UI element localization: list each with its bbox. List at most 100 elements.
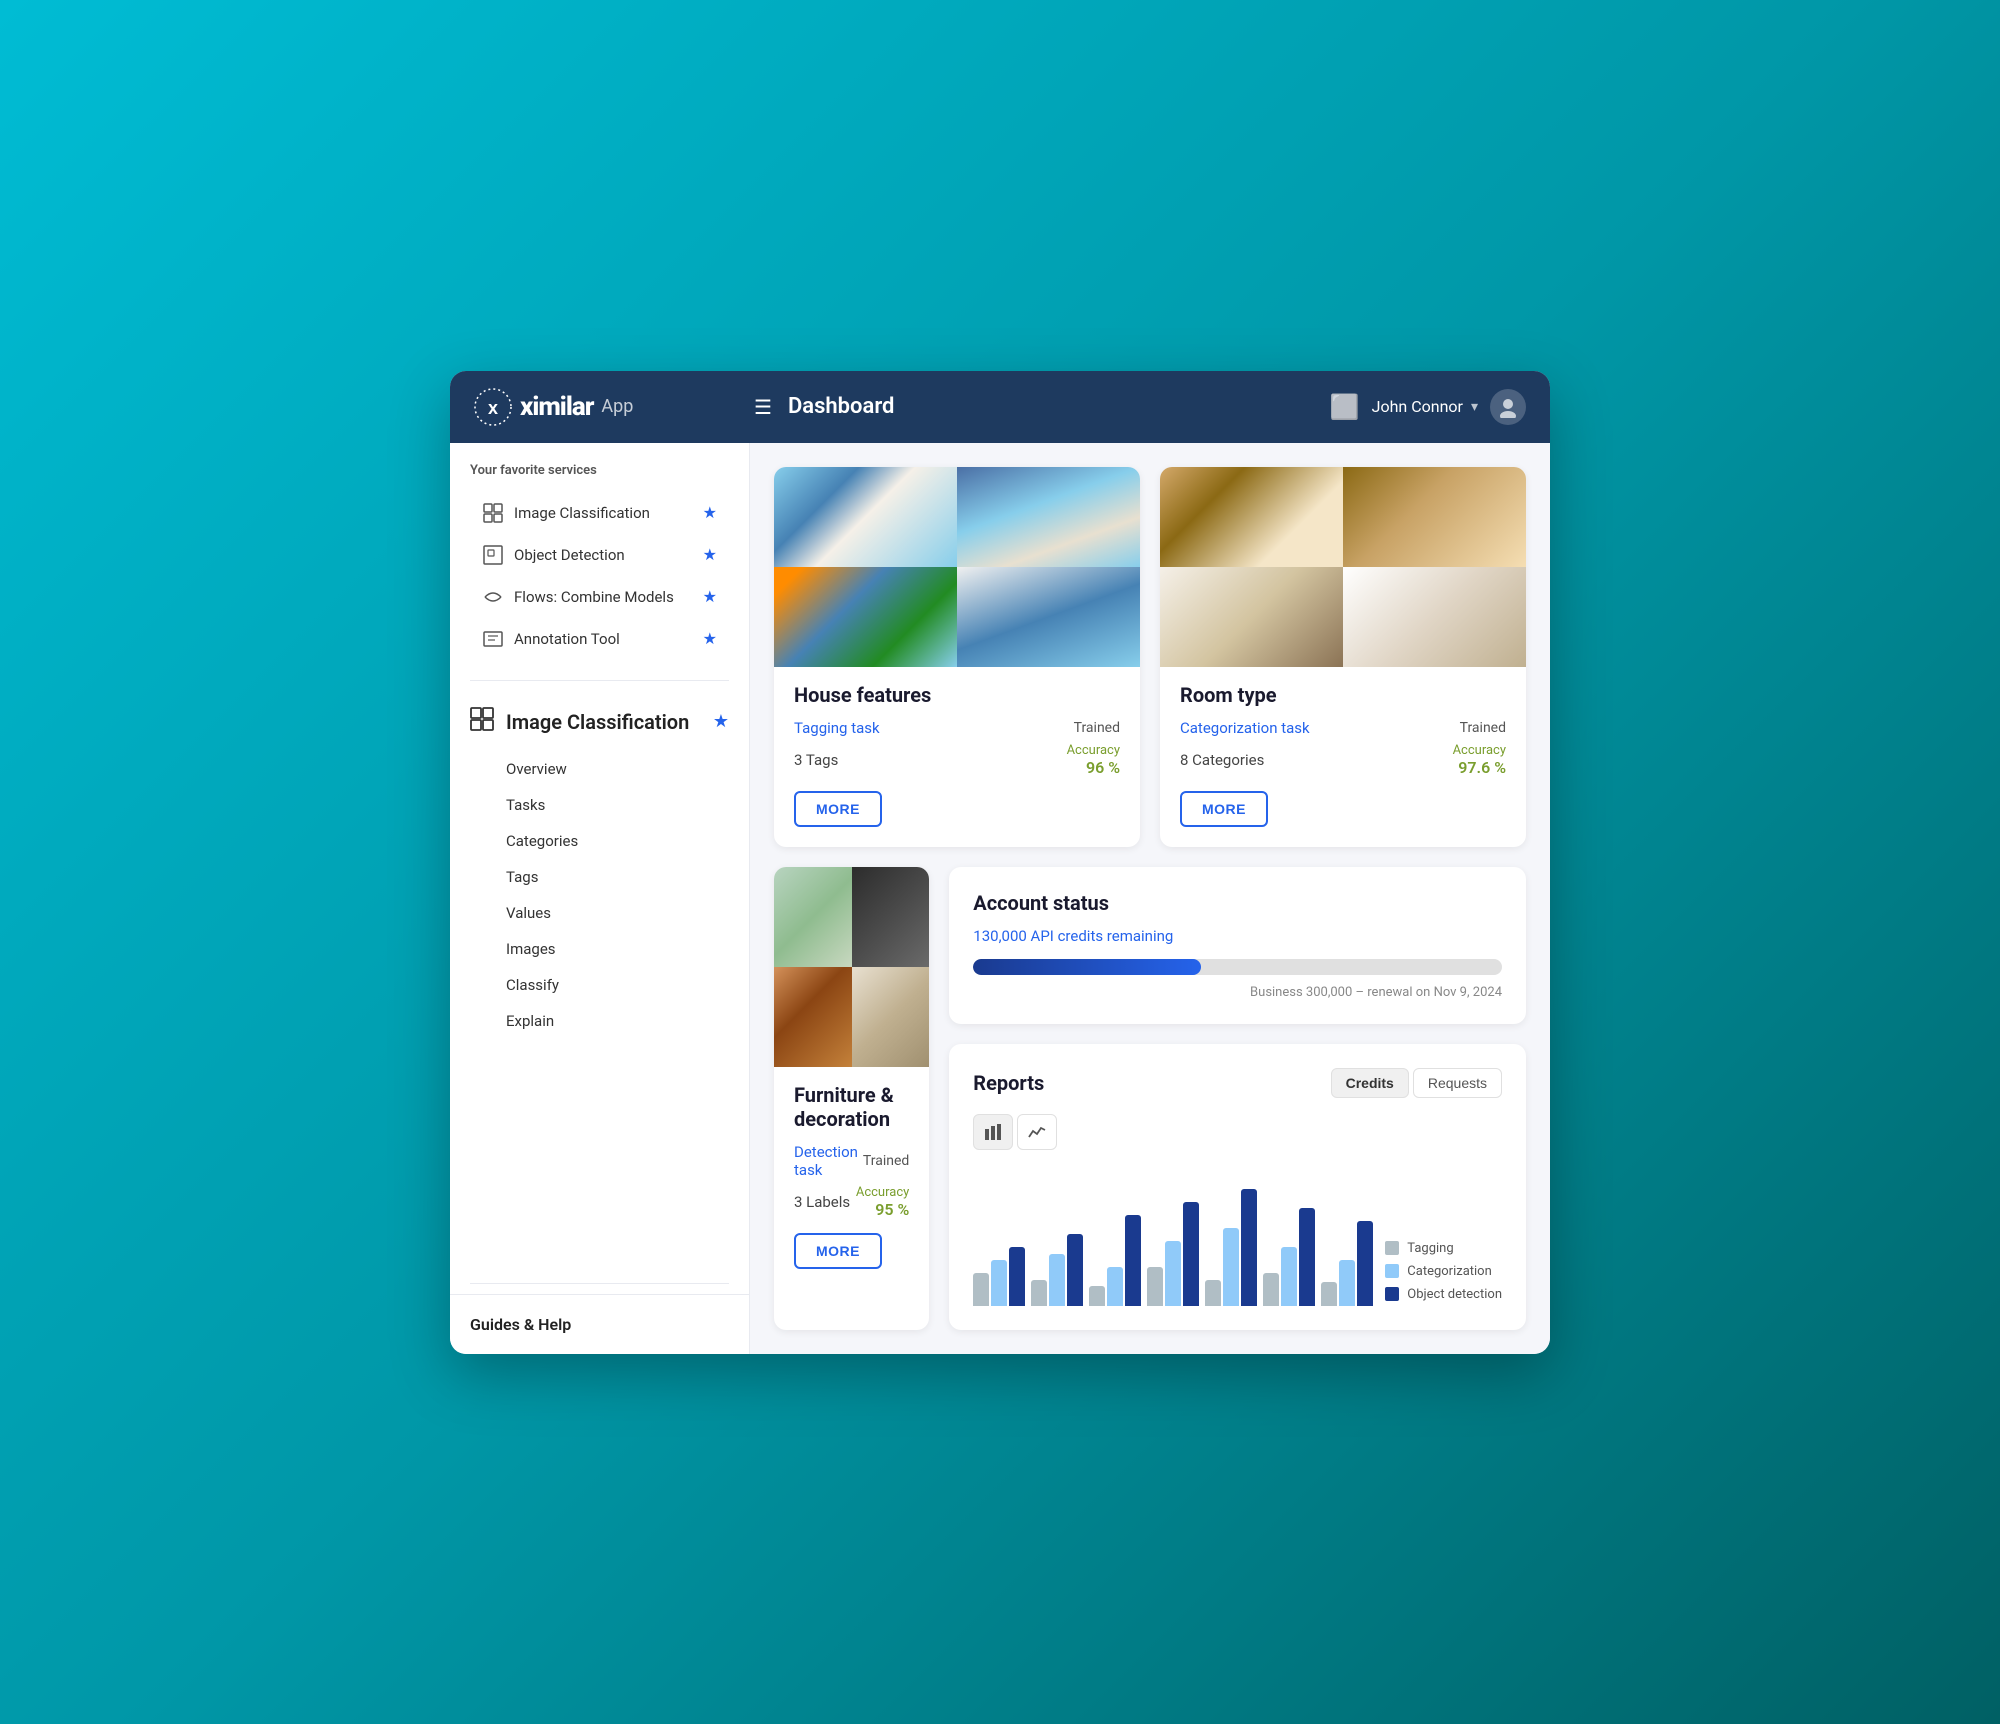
sidebar-fav-label-flows: Flows: Combine Models [514,588,693,606]
bar-group-3 [1147,1202,1199,1306]
bar-chart-view-button[interactable] [973,1114,1013,1150]
house-more-button[interactable]: MORE [794,791,882,827]
star-icon-objdet: ★ [703,545,717,564]
sidebar-nav-categories[interactable]: Categories [470,823,729,859]
legend-detection: Object detection [1385,1287,1502,1302]
bar-detection-4 [1241,1189,1257,1306]
bar-categorization-3 [1165,1241,1181,1306]
bar-chart [973,1166,1373,1306]
star-icon-imgclass: ★ [703,503,717,522]
bar-tagging-2 [1089,1286,1105,1306]
furniture-body: Furniture & decoration Detection task Tr… [774,1067,929,1289]
house-count: 3 Tags [794,751,838,769]
sidebar-favorites: Your favorite services Image Classificat… [450,443,749,670]
room-more-button[interactable]: MORE [1180,791,1268,827]
logo-app-label: App [601,396,633,417]
sidebar-nav-overview[interactable]: Overview [470,751,729,787]
room-accuracy-label: Accuracy [1453,743,1506,758]
credits-link[interactable]: 130,000 API credits remaining [973,927,1502,945]
bar-detection-2 [1125,1215,1141,1306]
logo-icon: x [474,388,512,426]
menu-icon[interactable]: ☰ [754,395,772,419]
house-img-1 [774,467,957,567]
bar-group-0 [973,1247,1025,1306]
sidebar-fav-label-objdet: Object Detection [514,546,693,564]
header: x ximilar App ☰ Dashboard ⬜ John Connor … [450,371,1550,443]
house-img-2 [957,467,1140,567]
header-right: ⬜ John Connor ▾ [1330,389,1526,425]
reports-header: Reports Credits Requests [973,1068,1502,1098]
header-logo: x ximilar App [474,388,754,426]
avatar [1490,389,1526,425]
guides-title: Guides & Help [470,1315,571,1334]
user-menu[interactable]: John Connor ▾ [1372,397,1478,416]
legend-dot-detection [1385,1287,1399,1301]
house-features-card: House features Tagging task Trained 3 Ta… [774,467,1140,847]
house-img-4 [957,567,1140,667]
sidebar-item-flows[interactable]: Flows: Combine Models ★ [470,576,729,618]
room-task-link[interactable]: Categorization task [1180,719,1310,737]
furniture-accuracy-value: 95 % [856,1200,909,1219]
furn-img-3 [774,967,852,1067]
section-icon-imgclass [470,707,494,737]
account-plan-text: Business 300,000 – renewal on Nov 9, 202… [973,985,1502,1000]
section-name-imgclass: Image Classification [506,710,701,734]
reports-card: Reports Credits Requests [949,1044,1526,1330]
furniture-card: Furniture & decoration Detection task Tr… [774,867,929,1330]
sidebar-nav-explain[interactable]: Explain [470,1003,729,1039]
legend-dot-tagging [1385,1241,1399,1255]
room-accuracy: Accuracy 97.6 % [1453,743,1506,777]
line-chart-view-button[interactable] [1017,1114,1057,1150]
bar-categorization-0 [991,1260,1007,1306]
house-features-images [774,467,1140,667]
sidebar-item-image-classification[interactable]: Image Classification ★ [470,492,729,534]
furniture-accuracy: Accuracy 95 % [856,1185,909,1219]
sidebar-guides[interactable]: Guides & Help [450,1294,749,1354]
room-img-1 [1160,467,1343,567]
bar-detection-5 [1299,1208,1315,1306]
legend-label-categorization: Categorization [1407,1264,1492,1279]
furn-img-2 [852,867,930,967]
house-task-link[interactable]: Tagging task [794,719,880,737]
room-type-images [1160,467,1526,667]
tab-credits[interactable]: Credits [1331,1068,1409,1098]
sidebar-nav-tasks[interactable]: Tasks [470,787,729,823]
chevron-down-icon: ▾ [1471,399,1478,415]
house-accuracy-value: 96 % [1067,758,1120,777]
furniture-task-link[interactable]: Detection task [794,1143,863,1179]
room-img-4 [1343,567,1526,667]
room-status: Trained [1460,720,1506,736]
sidebar-active-section: Image Classification ★ Overview Tasks Ca… [450,691,749,1055]
progress-bar-fill [973,959,1200,975]
bottom-cards-row: Furniture & decoration Detection task Tr… [774,867,1526,1330]
furn-img-1 [774,867,852,967]
bar-group-6 [1321,1221,1373,1306]
house-accuracy: Accuracy 96 % [1067,743,1120,777]
reports-title: Reports [973,1071,1044,1095]
furniture-more-button[interactable]: MORE [794,1233,882,1269]
account-status-card: Account status 130,000 API credits remai… [949,867,1526,1024]
sidebar-divider [470,680,729,681]
bar-categorization-5 [1281,1247,1297,1306]
furniture-accuracy-label: Accuracy [856,1185,909,1200]
username: John Connor [1372,397,1463,416]
sidebar-nav-values[interactable]: Values [470,895,729,931]
bar-categorization-4 [1223,1228,1239,1306]
sidebar-item-annotation[interactable]: Annotation Tool ★ [470,618,729,660]
room-img-3 [1160,567,1343,667]
sidebar-item-object-detection[interactable]: Object Detection ★ [470,534,729,576]
sidebar-nav-classify[interactable]: Classify [470,967,729,1003]
header-title: Dashboard [788,394,1330,419]
house-img-3 [774,567,957,667]
chart-area: Tagging Categorization Object detection [973,1166,1502,1306]
progress-bar-bg [973,959,1502,975]
star-icon-flows: ★ [703,587,717,606]
tab-requests[interactable]: Requests [1413,1068,1502,1098]
sidebar-nav-tags[interactable]: Tags [470,859,729,895]
sidebar-nav-images[interactable]: Images [470,931,729,967]
room-detail-row: 8 Categories Accuracy 97.6 % [1180,743,1506,777]
bar-tagging-6 [1321,1282,1337,1305]
logo-brand: ximilar [520,392,593,422]
section-header-imgclass: Image Classification ★ [470,707,729,737]
top-cards-row: House features Tagging task Trained 3 Ta… [774,467,1526,847]
